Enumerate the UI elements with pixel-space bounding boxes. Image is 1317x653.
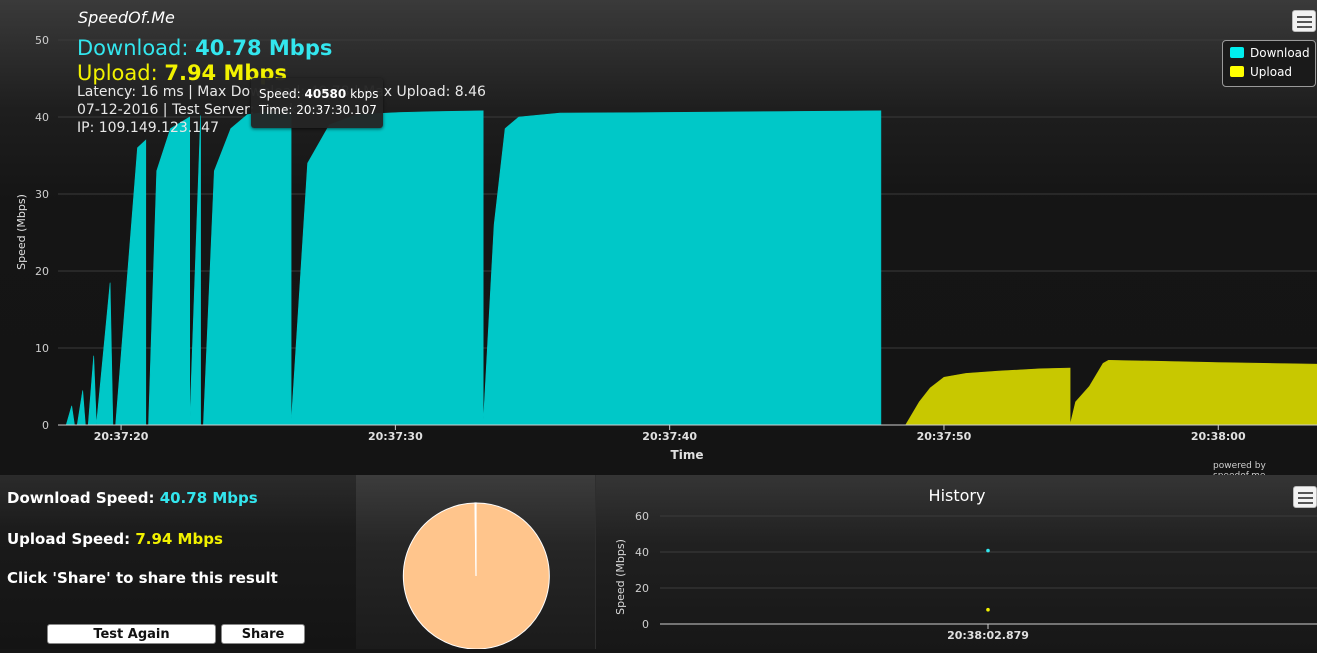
history-y-tick-label: 0 (642, 618, 649, 631)
x-tick-label: 20:37:50 (917, 430, 972, 443)
x-tick-label: 20:37:40 (642, 430, 697, 443)
summary-download: Download: 40.78 Mbps (77, 38, 486, 63)
pie-chart (402, 502, 550, 650)
history-y-axis-label: Speed (Mbps) (614, 539, 627, 615)
y-tick-label: 20 (35, 265, 49, 278)
summary-upload-label: Upload: (77, 61, 158, 85)
series-area-upload[interactable] (905, 359, 1317, 426)
hamburger-menu-icon (1297, 16, 1312, 18)
y-tick-label: 50 (35, 34, 49, 47)
summary-download-value: 40.78 Mbps (195, 36, 333, 60)
hamburger-menu-icon (1298, 492, 1313, 494)
tooltip-time: Time: 20:37:30.107 (259, 103, 377, 117)
history-point-upload[interactable] (986, 607, 990, 612)
history-y-tick-label: 60 (635, 510, 649, 523)
tooltip-speed: Speed: 40580 kbps (259, 87, 379, 101)
speed-chart-panel: Time Speed (Mbps) 0 10 20 30 40 50 20:37:20 20:… (0, 0, 1317, 481)
history-menu-button[interactable] (1293, 486, 1317, 508)
legend-swatch-upload (1230, 66, 1244, 77)
legend-swatch-download (1230, 47, 1244, 58)
brand-title: SpeedOf.Me (78, 8, 175, 27)
history-x-tick-label: 20:38:02.879 (947, 629, 1029, 642)
y-tick-label: 40 (35, 111, 49, 124)
y-tick-label: 0 (42, 419, 49, 432)
x-axis-label: Time (671, 448, 704, 462)
history-panel: History Speed (Mbps) 0 20 40 60 20:38:02.879 (595, 475, 1317, 649)
x-tick-label: 20:38:00 (1191, 430, 1246, 443)
history-y-tick-label: 20 (635, 582, 649, 595)
summary-download-label: Download: (77, 36, 189, 60)
test-again-button[interactable]: Test Again (47, 624, 216, 644)
series-area-download[interactable] (65, 110, 882, 426)
chart-areas (65, 110, 1317, 426)
chart-menu-button[interactable] (1292, 10, 1316, 32)
share-button[interactable]: Share (221, 624, 305, 644)
result-details-panel: Download Speed: 40.78 Mbps Upload Speed:… (0, 475, 356, 649)
gauge-panel (356, 475, 595, 650)
y-tick-label: 10 (35, 342, 49, 355)
download-speed-stat: Download Speed: 40.78 Mbps (7, 489, 258, 507)
chart-legend: Download Upload (1222, 40, 1316, 87)
y-axis-label: Speed (Mbps) (15, 194, 28, 270)
history-y-tick-label: 40 (635, 546, 649, 559)
upload-speed-stat: Upload Speed: 7.94 Mbps (7, 530, 223, 548)
x-tick-label: 20:37:30 (368, 430, 423, 443)
x-tick-label: 20:37:20 (94, 430, 149, 443)
legend-item-download[interactable]: Download (1230, 46, 1310, 60)
y-tick-label: 30 (35, 188, 49, 201)
history-point-download[interactable] (986, 548, 990, 553)
chart-tooltip: Speed: 40580 kbps Time: 20:37:30.107 (251, 78, 383, 128)
history-chart: Speed (Mbps) 0 20 40 60 20:38:02.879 (614, 510, 1317, 642)
legend-item-upload[interactable]: Upload (1230, 65, 1292, 79)
share-hint: Click 'Share' to share this result (7, 569, 278, 587)
